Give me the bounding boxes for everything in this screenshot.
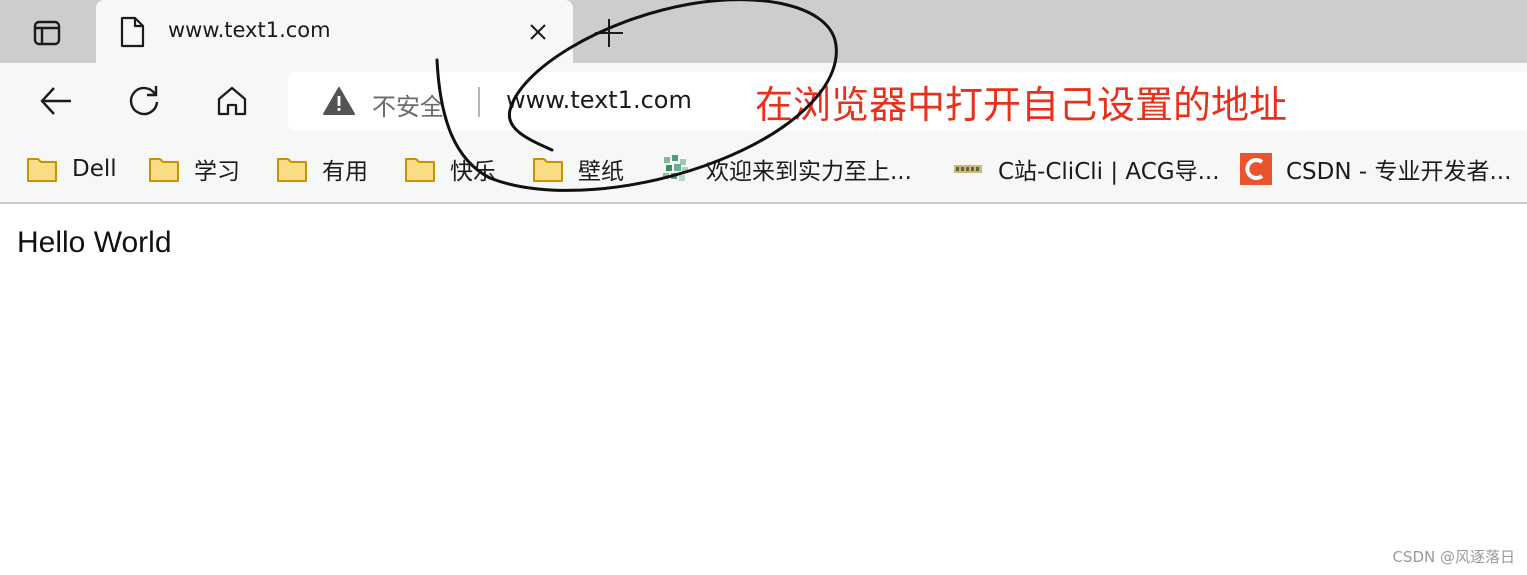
clicli-favicon-icon	[954, 165, 982, 173]
bookmark-label: CSDN - 专业开发者...	[1286, 159, 1512, 185]
bookmark-bizhi[interactable]: 壁纸	[532, 152, 624, 186]
page-content: Hello World CSDN @风逐落日	[0, 206, 1527, 575]
bookmark-label: Dell	[72, 156, 117, 182]
tab-strip: www.text1.com	[0, 0, 1527, 63]
url-text[interactable]: www.text1.com	[506, 86, 692, 114]
bookmark-clicli[interactable]: C站-CliCli | ACG导...	[952, 152, 1220, 186]
tab-actions-button[interactable]	[28, 16, 66, 50]
home-button[interactable]	[212, 81, 252, 121]
bookmark-xuexi[interactable]: 学习	[148, 152, 240, 186]
tab-title: www.text1.com	[168, 18, 331, 42]
bookmark-label: 壁纸	[578, 159, 624, 185]
bookmark-csdn[interactable]: CSDN - 专业开发者...	[1240, 152, 1511, 186]
bookmark-dell[interactable]: Dell	[26, 152, 117, 186]
back-arrow-icon	[40, 87, 71, 115]
close-tab-icon[interactable]	[526, 20, 550, 44]
tab-actions-icon	[33, 20, 61, 46]
watermark: CSDN @风逐落日	[1392, 548, 1515, 566]
refresh-button[interactable]	[124, 81, 164, 121]
bookmark-label: 学习	[194, 159, 240, 185]
bookmark-kuaile[interactable]: 快乐	[404, 152, 496, 186]
bookmark-youyong[interactable]: 有用	[276, 152, 368, 186]
folder-icon	[149, 158, 179, 182]
home-icon	[217, 86, 247, 116]
new-tab-icon[interactable]	[590, 14, 628, 52]
annotation-text: 在浏览器中打开自己设置的地址	[755, 83, 1288, 127]
site-favicon-icon	[663, 155, 688, 181]
bookmark-label: 有用	[322, 159, 368, 185]
bookmark-site[interactable]: 欢迎来到实力至上...	[660, 152, 912, 186]
folder-icon	[27, 158, 57, 182]
csdn-favicon-icon	[1240, 153, 1272, 185]
security-label[interactable]: 不安全	[372, 87, 444, 122]
address-divider	[478, 87, 480, 117]
active-tab[interactable]: www.text1.com	[96, 0, 573, 63]
page-body-text: Hello World	[17, 226, 172, 259]
back-button[interactable]	[36, 81, 76, 121]
bookmark-label: C站-CliCli | ACG导...	[998, 159, 1220, 185]
bookmark-label: 快乐	[450, 159, 496, 185]
warning-icon[interactable]	[322, 86, 356, 116]
bookmarks-bar: Dell 学习 有用 快乐 壁纸 欢迎来到实力至上... C站-CliCli |…	[0, 141, 1527, 204]
folder-icon	[405, 158, 435, 182]
folder-icon	[277, 158, 307, 182]
page-icon	[120, 16, 145, 48]
folder-icon	[533, 158, 563, 182]
refresh-icon	[129, 86, 159, 116]
bookmark-label: 欢迎来到实力至上...	[706, 159, 912, 185]
